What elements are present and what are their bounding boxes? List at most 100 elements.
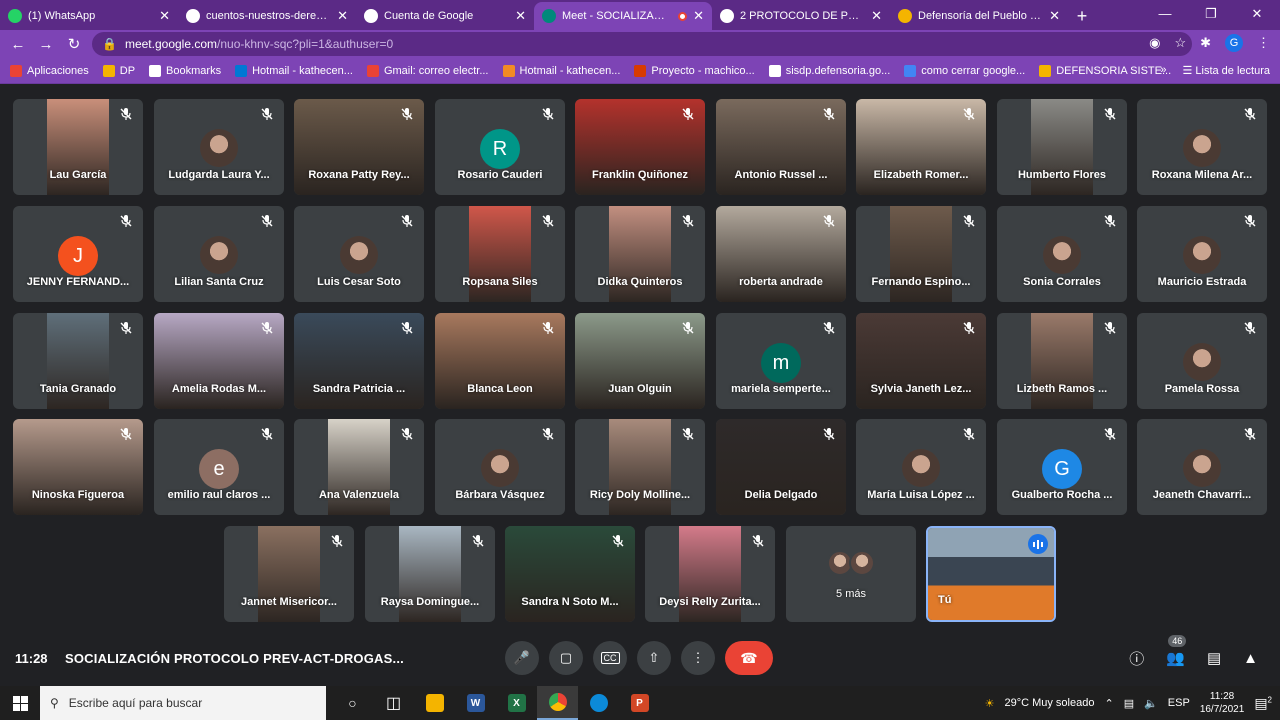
cortana-button[interactable]: ○: [332, 686, 373, 720]
participant-tile[interactable]: Jannet Misericor...: [224, 526, 354, 622]
participant-tile[interactable]: Fernando Espino...: [856, 206, 986, 302]
participant-tile[interactable]: Humberto Flores: [997, 99, 1127, 195]
participant-tile[interactable]: Didka Quinteros: [575, 206, 705, 302]
url-omnibox[interactable]: 🔒 meet.google.com/nuo-khnv-sqc?pli=1&aut…: [92, 32, 1192, 56]
bookmark-item[interactable]: sisdp.defensoria.go...: [768, 64, 890, 77]
participant-tile[interactable]: Ropsana Siles: [435, 206, 565, 302]
browser-tab[interactable]: Cuenta de Google ✕: [356, 2, 534, 30]
participant-tile[interactable]: Antonio Russel ...: [716, 99, 846, 195]
present-button[interactable]: ⇧: [637, 641, 671, 675]
bookmark-item[interactable]: Bookmarks: [149, 64, 221, 77]
participant-tile[interactable]: Lizbeth Ramos ...: [997, 313, 1127, 409]
participant-tile[interactable]: Sonia Corrales: [997, 206, 1127, 302]
microphone-button[interactable]: 🎤: [505, 641, 539, 675]
taskbar-search[interactable]: ⚲ Escribe aquí para buscar: [40, 686, 326, 720]
participant-tile[interactable]: Deysi Relly Zurita...: [645, 526, 775, 622]
bookmark-item[interactable]: como cerrar google...: [904, 64, 1025, 77]
new-tab-button[interactable]: +: [1068, 2, 1096, 30]
participant-tile[interactable]: María Luisa López ...: [856, 419, 986, 515]
chrome-button[interactable]: [537, 686, 578, 720]
participant-tile[interactable]: Bárbara Vásquez: [435, 419, 565, 515]
bookmarks-more-button[interactable]: »: [1160, 64, 1166, 77]
participant-tile[interactable]: Sandra N Soto M...: [505, 526, 635, 622]
participant-tile[interactable]: Blanca Leon: [435, 313, 565, 409]
participant-tile[interactable]: Tania Granado: [13, 313, 143, 409]
file-explorer-button[interactable]: [414, 686, 455, 720]
tab-close-icon[interactable]: ✕: [159, 8, 170, 24]
participant-tile[interactable]: Ninoska Figueroa: [13, 419, 143, 515]
browser-tab[interactable]: Meet - SOCIALIZACIÓN ✕: [534, 2, 712, 30]
minimize-button[interactable]: —: [1142, 0, 1188, 28]
close-window-button[interactable]: ✕: [1234, 0, 1280, 28]
bookmark-item[interactable]: DEFENSORIA SISTE...: [1039, 64, 1171, 77]
forward-button[interactable]: →: [32, 36, 60, 53]
participant-tile[interactable]: Franklin Quiñonez: [575, 99, 705, 195]
participant-tile[interactable]: e emilio raul claros ...: [154, 419, 284, 515]
weather-text[interactable]: 29°C Muy soleado: [1004, 697, 1094, 709]
participant-tile[interactable]: G Gualberto Rocha ...: [997, 419, 1127, 515]
participant-tile[interactable]: Lau García: [13, 99, 143, 195]
participant-tile[interactable]: Jeaneth Chavarri...: [1137, 419, 1267, 515]
volume-icon[interactable]: 🔈: [1144, 697, 1158, 710]
activities-icon[interactable]: ▲: [1243, 650, 1258, 667]
camera-button[interactable]: ▢: [549, 641, 583, 675]
bookmark-star-icon[interactable]: ☆: [1174, 35, 1186, 51]
camera-icon[interactable]: ◉: [1149, 35, 1160, 51]
language-indicator[interactable]: ESP: [1168, 697, 1190, 709]
excel-button[interactable]: X: [496, 686, 537, 720]
participant-tile[interactable]: Pamela Rossa: [1137, 313, 1267, 409]
browser-tab[interactable]: 2 PROTOCOLO DE PREVENC ✕: [712, 2, 890, 30]
participant-tile[interactable]: Delia Delgado: [716, 419, 846, 515]
notification-icon[interactable]: ▤2: [1254, 695, 1272, 712]
word-button[interactable]: W: [455, 686, 496, 720]
reload-button[interactable]: ↻: [60, 35, 88, 53]
participant-tile[interactable]: roberta andrade: [716, 206, 846, 302]
participant-tile[interactable]: Roxana Patty Rey...: [294, 99, 424, 195]
profile-avatar[interactable]: G: [1225, 34, 1243, 52]
participant-tile[interactable]: Raysa Domingue...: [365, 526, 495, 622]
participant-tile[interactable]: Roxana Milena Ar...: [1137, 99, 1267, 195]
chat-icon[interactable]: ▤: [1207, 649, 1221, 667]
tab-close-icon[interactable]: ✕: [515, 8, 526, 24]
bookmark-item[interactable]: Proyecto - machico...: [634, 64, 755, 77]
browser-tab[interactable]: cuentos-nuestros-derechos ✕: [178, 2, 356, 30]
maximize-button[interactable]: ❐: [1188, 0, 1234, 28]
tray-chevron-icon[interactable]: ⌃: [1104, 697, 1113, 710]
browser-tab[interactable]: Defensoría del Pueblo : Esta ✕: [890, 2, 1068, 30]
participant-tile[interactable]: Mauricio Estrada: [1137, 206, 1267, 302]
captions-button[interactable]: CC: [593, 641, 627, 675]
more-participants-tile[interactable]: 5 más: [786, 526, 916, 622]
back-button[interactable]: ←: [4, 36, 32, 53]
leave-call-button[interactable]: ☎: [725, 641, 773, 675]
system-clock[interactable]: 11:28 16/7/2021: [1200, 690, 1245, 716]
bookmark-item[interactable]: Aplicaciones: [10, 64, 89, 77]
more-options-button[interactable]: ⋮: [681, 641, 715, 675]
participant-tile[interactable]: Elizabeth Romer...: [856, 99, 986, 195]
participant-tile[interactable]: m mariela semperte...: [716, 313, 846, 409]
bookmark-item[interactable]: Gmail: correo electr...: [366, 64, 489, 77]
participant-tile[interactable]: Ludgarda Laura Y...: [154, 99, 284, 195]
task-view-button[interactable]: ◫: [373, 686, 414, 720]
participant-tile[interactable]: Sandra Patricia ...: [294, 313, 424, 409]
participant-tile[interactable]: Lilian Santa Cruz: [154, 206, 284, 302]
network-icon[interactable]: ▤: [1124, 697, 1134, 710]
bookmark-item[interactable]: Hotmail - kathecen...: [235, 64, 353, 77]
bookmark-item[interactable]: DP: [102, 64, 135, 77]
bookmark-item[interactable]: Hotmail - kathecen...: [502, 64, 620, 77]
reading-list-button[interactable]: ☰ Lista de lectura: [1182, 64, 1270, 77]
extensions-icon[interactable]: ✱: [1200, 35, 1211, 51]
start-button[interactable]: [0, 686, 40, 720]
tab-close-icon[interactable]: ✕: [337, 8, 348, 24]
info-icon[interactable]: ⓘ: [1129, 648, 1144, 669]
participant-tile[interactable]: Juan Olguin: [575, 313, 705, 409]
participant-tile[interactable]: Ricy Doly Molline...: [575, 419, 705, 515]
participant-tile[interactable]: Amelia Rodas M...: [154, 313, 284, 409]
browser-tab[interactable]: (1) WhatsApp ✕: [0, 2, 178, 30]
participant-tile[interactable]: Ana Valenzuela: [294, 419, 424, 515]
tab-close-icon[interactable]: ✕: [871, 8, 882, 24]
participant-tile[interactable]: Luis Cesar Soto: [294, 206, 424, 302]
menu-kebab-icon[interactable]: ⋮: [1257, 35, 1270, 51]
edge-button[interactable]: [578, 686, 619, 720]
tab-close-icon[interactable]: ✕: [693, 8, 704, 24]
participant-tile[interactable]: J JENNY FERNAND...: [13, 206, 143, 302]
